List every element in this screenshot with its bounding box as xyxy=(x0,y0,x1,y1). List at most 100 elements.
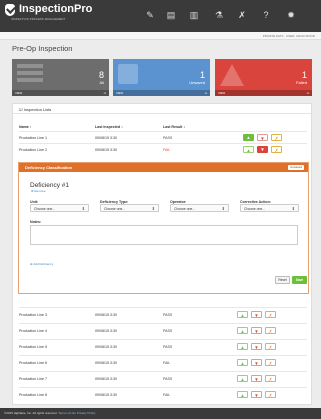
summary-card-all[interactable]: 8 All VIEW ➔ xyxy=(12,59,109,96)
thumbs-up-icon[interactable]: ▲ xyxy=(243,146,254,153)
notes-textarea[interactable] xyxy=(30,225,298,245)
row-result: PASS xyxy=(163,377,173,381)
card-footer[interactable]: VIEW ➔ xyxy=(215,90,312,96)
wrench-icon[interactable]: ✗ xyxy=(265,311,276,318)
row-name[interactable]: Production Line 3 xyxy=(19,313,47,317)
thumbs-down-icon[interactable]: ▼ xyxy=(251,327,262,334)
wrench-icon[interactable]: ✗ xyxy=(271,134,282,141)
card-view-link: VIEW xyxy=(15,91,23,95)
edit-icon[interactable]: ✎ xyxy=(145,10,155,20)
card-count: 1 xyxy=(301,70,307,80)
user-links[interactable]: PRIVATE DATA · USER: ADAM WOOD xyxy=(263,34,315,38)
operator-select-value: Choose one... xyxy=(174,207,196,211)
card-label: Unsaved xyxy=(189,80,205,85)
terms-link[interactable]: Terms of Use xyxy=(58,411,76,415)
thumbs-down-icon[interactable]: ▼ xyxy=(251,359,262,366)
bar-chart-icon[interactable]: ▥ xyxy=(189,10,199,20)
thumbs-down-icon[interactable]: ▼ xyxy=(251,343,262,350)
row-divider xyxy=(19,307,307,308)
summary-card-unsaved[interactable]: 1 Unsaved VIEW ➔ xyxy=(113,59,210,96)
column-header-last-inspected[interactable]: Last Inspected ↕ xyxy=(95,125,123,129)
row-name[interactable]: Production Line 8 xyxy=(19,393,47,397)
thumbs-down-icon[interactable]: ▼ xyxy=(251,375,262,382)
row-name[interactable]: Production Line 2 xyxy=(19,148,47,152)
sort-caret-icon: ⬍ xyxy=(81,206,85,211)
deficiency-header: Deficiency Classification Unsaved xyxy=(19,163,308,172)
row-name[interactable]: Production Line 7 xyxy=(19,377,47,381)
sort-caret-icon: ⬍ xyxy=(151,206,155,211)
unit-select[interactable]: Choose one... ⬍ xyxy=(30,204,89,212)
save-button[interactable]: Save xyxy=(292,276,307,284)
row-divider xyxy=(19,143,307,144)
operator-select[interactable]: Choose one... ⬍ xyxy=(170,204,229,212)
column-header-last-result[interactable]: Last Result ↕ xyxy=(163,125,185,129)
row-result: FAIL xyxy=(163,393,171,397)
row-date: 09/08/15 3:30 xyxy=(95,329,117,333)
top-navbar: InspectionPro INSPECTION PROCESS MANAGEM… xyxy=(0,0,321,32)
deficiency-title: Deficiency #1 xyxy=(30,182,70,189)
row-divider xyxy=(19,323,307,324)
footer-text: ©2015 Highlake, Inc. All rights reserved… xyxy=(4,411,95,415)
column-header-name[interactable]: Name ↕ xyxy=(19,125,32,129)
card-count: 1 xyxy=(199,70,205,80)
row-divider xyxy=(19,355,307,356)
row-name[interactable]: Production Line 1 xyxy=(19,136,47,140)
row-date: 09/08/15 3:30 xyxy=(95,393,117,397)
wrench-icon[interactable]: ✗ xyxy=(271,146,282,153)
save-icon xyxy=(118,64,138,85)
unsaved-button[interactable]: Unsaved xyxy=(288,165,304,170)
row-result: PASS xyxy=(163,313,173,317)
row-result: PASS xyxy=(163,329,173,333)
help-icon[interactable]: ? xyxy=(261,10,271,20)
row-name[interactable]: Production Line 4 xyxy=(19,329,47,333)
panel-header: ☑ Inspection Lists xyxy=(13,104,311,114)
wrench-icon[interactable]: ✗ xyxy=(265,375,276,382)
document-icon[interactable]: ▤ xyxy=(166,10,176,20)
thumbs-down-icon[interactable]: ▼ xyxy=(251,391,262,398)
corrective-action-select[interactable]: Choose one... ⬍ xyxy=(240,204,299,212)
copyright: ©2015 Highlake, Inc. All rights reserved… xyxy=(4,411,58,415)
remove-link[interactable]: ⊗ Remove xyxy=(31,189,46,193)
corrective-action-select-value: Choose one... xyxy=(244,207,266,211)
card-view-link: VIEW xyxy=(116,91,124,95)
thumbs-up-icon[interactable]: ▲ xyxy=(237,327,248,334)
card-label: All xyxy=(99,80,104,85)
beaker-icon[interactable]: ⚗ xyxy=(214,10,224,20)
thumbs-up-icon[interactable]: ▲ xyxy=(237,343,248,350)
thumbs-up-icon[interactable]: ▲ xyxy=(237,359,248,366)
brand-name: InspectionPro xyxy=(19,3,93,15)
wrench-icon[interactable]: ✗ xyxy=(265,327,276,334)
thumbs-down-icon[interactable]: ▼ xyxy=(257,146,268,153)
card-footer[interactable]: VIEW ➔ xyxy=(12,90,109,96)
row-date: 09/08/15 3:30 xyxy=(95,345,117,349)
arrow-right-icon: ➔ xyxy=(103,91,106,95)
summary-card-failed[interactable]: 1 Failed VIEW ➔ xyxy=(215,59,312,96)
thumbs-up-icon[interactable]: ▲ xyxy=(237,391,248,398)
inspection-lists-panel: ☑ Inspection Lists Name ↕ Last Inspected… xyxy=(12,103,312,405)
thumbs-up-icon[interactable]: ▲ xyxy=(243,134,254,141)
wrench-icon[interactable]: ✗ xyxy=(265,359,276,366)
wrench-icon[interactable]: ✗ xyxy=(237,10,247,20)
row-divider xyxy=(19,371,307,372)
sort-caret-icon: ⬍ xyxy=(221,206,225,211)
reset-button[interactable]: Reset xyxy=(275,276,290,284)
row-date: 09/08/15 3:30 xyxy=(95,136,117,140)
row-date: 09/08/15 3:30 xyxy=(95,148,117,152)
thumbs-up-icon[interactable]: ▲ xyxy=(237,375,248,382)
card-label: Failed xyxy=(296,80,307,85)
thumbs-up-icon[interactable]: ▲ xyxy=(237,311,248,318)
thumbs-down-icon[interactable]: ▼ xyxy=(251,311,262,318)
footer: ©2015 Highlake, Inc. All rights reserved… xyxy=(0,408,321,419)
add-deficiency-link[interactable]: ⊕ Add Deficiency xyxy=(30,262,53,266)
row-divider xyxy=(19,387,307,388)
card-footer[interactable]: VIEW ➔ xyxy=(113,90,210,96)
thumbs-down-icon[interactable]: ▼ xyxy=(257,134,268,141)
wrench-icon[interactable]: ✗ xyxy=(265,343,276,350)
deficiency-type-select[interactable]: Choose one... ⬍ xyxy=(100,204,159,212)
privacy-link[interactable]: Privacy Policy xyxy=(77,411,96,415)
wrench-icon[interactable]: ✗ xyxy=(265,391,276,398)
row-result: FAIL xyxy=(163,148,171,152)
gear-icon[interactable]: ✹ xyxy=(286,10,296,20)
row-name[interactable]: Production Line 6 xyxy=(19,361,47,365)
row-name[interactable]: Production Line 5 xyxy=(19,345,47,349)
